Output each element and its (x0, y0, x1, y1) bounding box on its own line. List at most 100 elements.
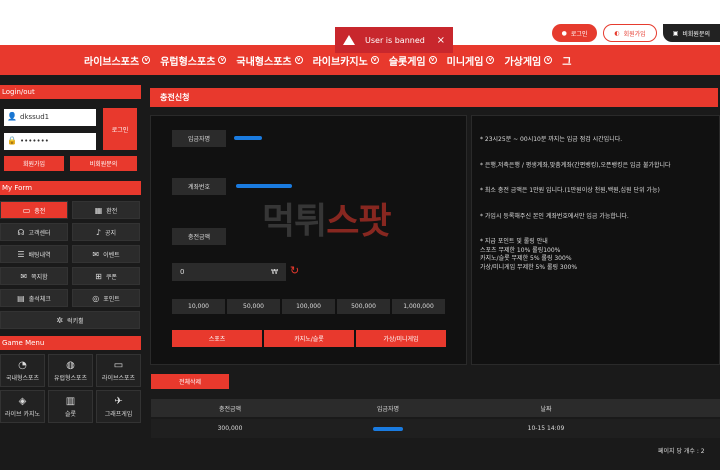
nav-more[interactable]: 그 (562, 53, 571, 68)
login-button[interactable]: ● 로그인 (551, 24, 598, 42)
sidebar: Login/out (0, 85, 141, 99)
myform-bet-history[interactable]: ☰ 배팅내역 (0, 245, 68, 263)
table-header: 충전금액 입금자명 날짜 (151, 399, 720, 417)
notice-line: * 23시25분 ~ 00시10분 까지는 입금 점검 시간입니다. (480, 136, 623, 143)
user-plus-icon: ◐ (614, 29, 620, 37)
myform-lucky-wheel[interactable]: ✲ 럭키휠 (0, 311, 140, 329)
deposit-notice: * 23시25분 ~ 00시10분 까지는 입금 점검 시간입니다. * 은행,… (471, 115, 720, 365)
point-icon: ◎ (92, 293, 100, 303)
chevron-down-icon: v (294, 56, 303, 64)
myform-point[interactable]: ◎ 포인트 (72, 289, 140, 307)
toast-message: User is banned (365, 35, 425, 45)
game-menu-grid: ◔ 국내형스포츠 ◍ 유럽형스포츠 ▭ 라이브스포츠 ◈ 라이브 카지노 ▥ 슬롯 ✈ 그래… (0, 354, 141, 423)
quick-amount-50000[interactable]: 50,000 (227, 299, 280, 314)
myform-withdraw[interactable]: ▦ 환전 (72, 201, 140, 219)
bell-icon: ♪ (95, 227, 102, 237)
top-buttons: ● 로그인 ◐ 회원가입 ▣ 비회원문의 (551, 24, 720, 42)
signup-button[interactable]: ◐ 회원가입 (603, 24, 657, 42)
sidebar-inquiry-button[interactable]: 비회원문의 (70, 156, 137, 171)
virtual-mini-deposit-button[interactable]: 가상/미니게임 (356, 330, 446, 347)
chevron-down-icon: v (428, 56, 437, 64)
account-label: 계좌번호 (172, 178, 226, 195)
myform-coupon[interactable]: ⊞ 쿠폰 (72, 267, 140, 285)
chevron-down-icon: v (218, 56, 227, 64)
sports-deposit-button[interactable]: 스포츠 (172, 330, 262, 347)
myform-notice[interactable]: ♪ 공지 (72, 223, 140, 241)
password-input[interactable]: 🔒 ••••••• (4, 133, 96, 150)
redacted-depositor (234, 136, 262, 140)
game-slot[interactable]: ▥ 슬롯 (48, 390, 93, 423)
game-menu-title: Game Menu (0, 336, 141, 350)
quick-amount-1000000[interactable]: 1,000,000 (392, 299, 445, 314)
close-icon[interactable]: × (437, 35, 445, 46)
warning-icon (343, 35, 355, 45)
myform-attendance[interactable]: ▤ 출석체크 (0, 289, 68, 307)
page-title: 충전신청 (150, 88, 718, 107)
quick-amount-100000[interactable]: 100,000 (282, 299, 335, 314)
currency-symbol: ₩ (271, 268, 278, 276)
tv-icon: ▭ (113, 359, 124, 371)
lock-icon: 🔒 (7, 136, 17, 145)
error-toast: User is banned × (335, 27, 453, 53)
nav-mini-game[interactable]: 미니게임 v (447, 53, 495, 68)
depositor-label: 입금자명 (172, 130, 226, 147)
quick-amount-10000[interactable]: 10,000 (172, 299, 225, 314)
chip-icon: ◈ (18, 395, 27, 407)
game-domestic-sports[interactable]: ◔ 국내형스포츠 (0, 354, 45, 387)
column-extra (625, 399, 720, 417)
myform-message[interactable]: ✉ 쪽지함 (0, 267, 68, 285)
row-extra (625, 419, 720, 438)
wallet-icon: ▭ (22, 205, 31, 215)
row-date: 10-15 14:09 (527, 425, 565, 432)
chevron-down-icon: v (544, 56, 553, 64)
game-live-sports[interactable]: ▭ 라이브스포츠 (96, 354, 141, 387)
clear-all-button[interactable]: 전체삭제 (151, 374, 229, 389)
myform-event[interactable]: ✉ 이벤트 (72, 245, 140, 263)
chevron-down-icon: v (370, 56, 379, 64)
username-input[interactable]: 👤 dkssud1 (4, 109, 96, 126)
nav-domestic-sports[interactable]: 국내형스포츠 v (236, 53, 303, 68)
myform-support[interactable]: ☊ 고객센터 (0, 223, 68, 241)
login-section-title: Login/out (0, 85, 141, 99)
game-euro-sports[interactable]: ◍ 유럽형스포츠 (48, 354, 93, 387)
game-live-casino[interactable]: ◈ 라이브 카지노 (0, 390, 45, 423)
nav-live-sports[interactable]: 라이브스포츠 v (84, 53, 151, 68)
inquiry-button[interactable]: ▣ 비회원문의 (662, 24, 720, 42)
table-row: 300,000 10-15 14:09 (151, 419, 720, 438)
watermark-logo: 먹튀스팟 (262, 201, 392, 242)
chevron-down-icon: v (486, 56, 495, 64)
nav-euro-sports[interactable]: 유럽형스포츠 v (160, 53, 227, 68)
exchange-icon: ▦ (94, 205, 103, 215)
row-amount: 300,000 (217, 425, 243, 432)
page-size-label: 페이지 당 개수 : 2 (658, 448, 705, 455)
sidebar-signup-button[interactable]: 회원가입 (4, 156, 64, 171)
column-depositor: 입금자명 (376, 405, 400, 413)
myform-title: My Form (0, 181, 141, 195)
list-icon: ☰ (17, 249, 25, 259)
notice-line: * 지급 포인트 및 롤링 안내 스포츠 무제한 10% 롤링100% 카지노/… (480, 238, 578, 271)
rocket-icon: ✈ (114, 395, 123, 407)
casino-slot-deposit-button[interactable]: 카지노/슬롯 (264, 330, 354, 347)
quick-amount-500000[interactable]: 500,000 (337, 299, 390, 314)
slot-icon: ▥ (65, 395, 76, 407)
chevron-down-icon: v (142, 56, 151, 64)
sidebar-login-button[interactable]: 로그인 (103, 108, 137, 150)
notice-line: * 최소 충전 금액은 1만원 입니다.(1만원이상 천원,백원,십원 단위 가… (480, 187, 660, 194)
calendar-icon: ▤ (17, 293, 25, 303)
myform-deposit[interactable]: ▭ 충전 (0, 201, 68, 219)
notice-line: * 가입시 등록해주신 본인 계좌번호에서만 입금 가능합니다. (480, 212, 629, 220)
notice-line: * 은행,저축은행 / 평생계좌,맞춤계좌(간편뱅킹),오픈뱅킹은 입금 불가합… (480, 161, 671, 169)
refresh-icon[interactable]: ↻ (290, 264, 299, 277)
wheel-icon: ✲ (56, 315, 64, 325)
column-amount: 충전금액 (218, 405, 242, 413)
chat-icon: ▣ (672, 29, 679, 37)
gift-icon: ✉ (92, 249, 100, 259)
amount-label: 충전금액 (172, 228, 226, 245)
coupon-icon: ⊞ (95, 271, 102, 281)
amount-input[interactable]: 0 ₩ (172, 263, 286, 281)
nav-virtual-game[interactable]: 가상게임 v (504, 53, 553, 68)
globe-icon: ◍ (66, 359, 75, 371)
nav-live-casino[interactable]: 라이브카지노 v (313, 53, 379, 68)
game-graph[interactable]: ✈ 그래프게임 (96, 390, 141, 423)
nav-slot[interactable]: 슬롯게임 v (389, 53, 437, 68)
